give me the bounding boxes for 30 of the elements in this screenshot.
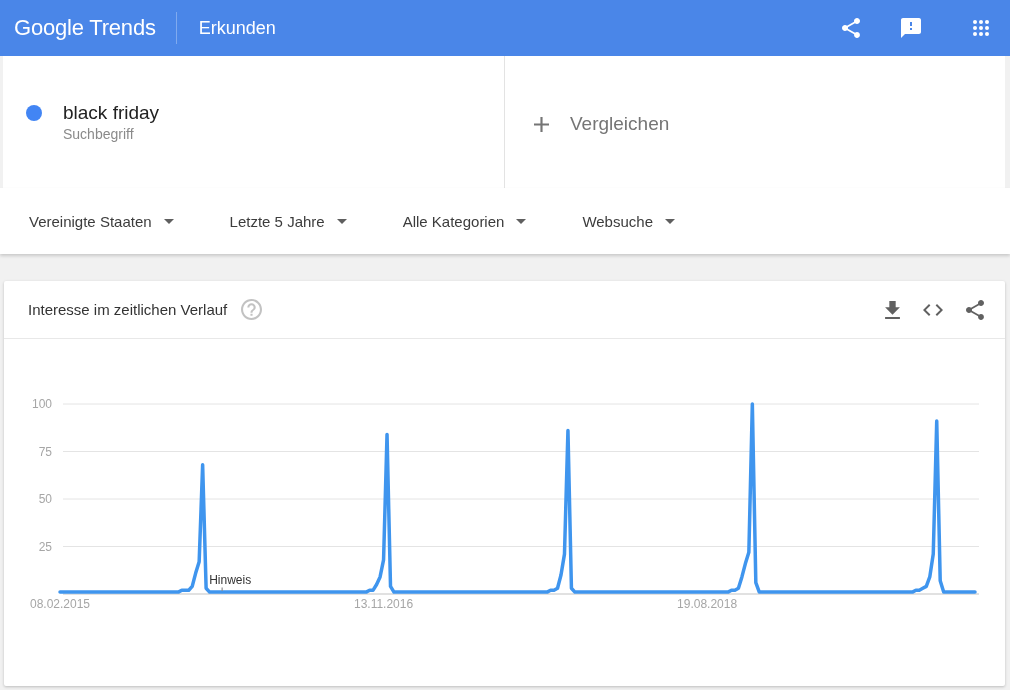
x-axis-label: 19.08.2018 (677, 597, 738, 611)
feedback-icon (901, 18, 921, 38)
filter-dropdown[interactable]: Alle Kategorien (402, 208, 527, 234)
filter-dropdown[interactable]: Vereinigte Staaten (29, 208, 174, 234)
y-axis-label: 25 (38, 539, 52, 554)
filter-dropdown[interactable]: Letzte 5 Jahre (229, 208, 347, 234)
caret-icon (336, 218, 347, 224)
y-axis-label: 50 (38, 492, 52, 506)
page-title: Erkunden (198, 17, 276, 39)
download-icon (884, 300, 900, 319)
annotation-label[interactable]: Hinweis (209, 573, 252, 587)
card-title: Interesse im zeitlichen Verlauf (28, 301, 228, 318)
compare-button[interactable]: Vergleichen (505, 56, 1005, 188)
share-icon (966, 299, 984, 320)
app-logo[interactable]: Google Trends (14, 15, 156, 41)
code-icon (923, 303, 943, 316)
term-type-label: Suchbegriff (63, 125, 135, 143)
caret-icon (665, 218, 675, 224)
share-icon (842, 18, 860, 38)
caret-icon (163, 218, 174, 224)
x-axis-label: 08.02.2015 (29, 597, 91, 611)
y-axis-label: 75 (38, 444, 52, 459)
y-axis-label: 100 (31, 397, 52, 411)
x-axis-label: 13.11.2016 (353, 597, 414, 611)
apps-grid-icon (973, 20, 989, 36)
caret-icon (516, 218, 527, 224)
plus-icon (534, 116, 549, 132)
filter-dropdown[interactable]: Websuche (582, 208, 675, 234)
annotation-tick (221, 586, 223, 592)
search-term[interactable]: black friday (63, 101, 160, 125)
